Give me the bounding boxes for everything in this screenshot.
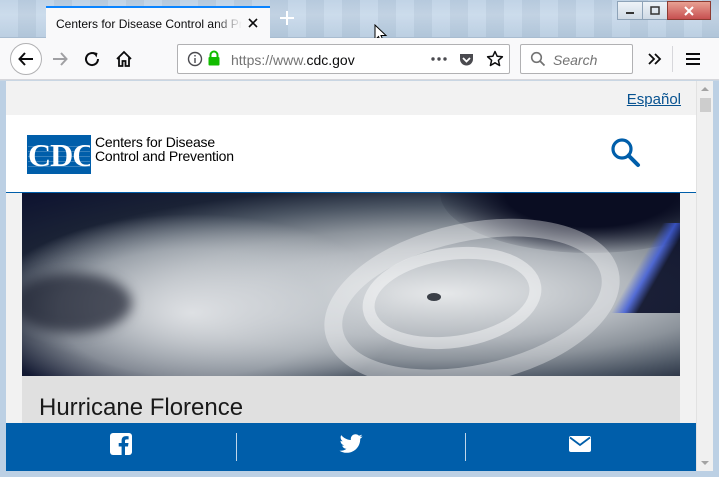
tab-close-icon[interactable] [246, 16, 260, 30]
search-icon [530, 51, 546, 72]
toolbar-divider [672, 46, 673, 72]
url-host: cdc.gov [306, 52, 355, 68]
double-chevron-icon [648, 53, 662, 65]
home-icon [116, 50, 132, 67]
window-frame-right [713, 81, 719, 477]
page-actions-icon[interactable] [430, 52, 448, 71]
cdc-logo[interactable]: CDC [27, 135, 91, 174]
overflow-chevron-button[interactable] [645, 49, 665, 69]
hurricane-hero-image[interactable] [22, 193, 680, 376]
close-window-button[interactable] [667, 1, 711, 20]
site-header: CDC Centers for Disease Control and Prev… [6, 115, 696, 193]
pocket-icon[interactable] [458, 51, 475, 73]
hamburger-menu-button[interactable] [683, 49, 703, 69]
window-frame-bottom [0, 471, 719, 477]
agency-name-line1: Centers for Disease [95, 134, 215, 150]
twitter-icon [339, 434, 363, 453]
forward-button[interactable] [50, 49, 70, 69]
feature-headline[interactable]: Hurricane Florence [39, 394, 243, 422]
reload-button[interactable] [82, 49, 102, 69]
reload-icon [85, 52, 100, 67]
navigation-toolbar: https://www.cdc.gov Search [0, 38, 719, 80]
hamburger-menu-icon [686, 53, 700, 65]
search-icon [611, 138, 640, 167]
forward-arrow-icon [53, 52, 68, 66]
back-button[interactable] [10, 43, 42, 75]
scroll-up-arrow-icon [701, 87, 709, 91]
secure-lock-icon[interactable] [207, 50, 221, 72]
browser-tab[interactable]: Centers for Disease Control and Preventi… [46, 6, 270, 39]
window-controls [617, 1, 711, 20]
scroll-down-button[interactable] [697, 455, 713, 471]
spanish-language-link[interactable]: Español [627, 91, 681, 108]
page-scrollbar[interactable] [696, 81, 713, 471]
page-viewport: Español CDC Centers for Disease Control … [6, 81, 696, 471]
agency-name[interactable]: Centers for Disease Control and Preventi… [95, 135, 234, 163]
info-icon[interactable] [187, 51, 203, 72]
search-placeholder: Search [553, 52, 598, 68]
scrollbar-thumb[interactable] [700, 98, 711, 112]
agency-name-line2: Control and Prevention [95, 148, 234, 164]
home-button[interactable] [114, 49, 134, 69]
email-share-button[interactable] [465, 423, 695, 465]
bookmark-star-icon[interactable] [486, 50, 504, 73]
new-tab-button[interactable] [278, 9, 296, 27]
site-search-button[interactable] [610, 137, 642, 174]
scroll-down-arrow-icon [701, 461, 709, 465]
url-scheme: https://www. [231, 52, 307, 68]
scroll-up-button[interactable] [697, 81, 713, 97]
minimize-button[interactable] [617, 1, 643, 20]
browser-search-input[interactable]: Search [520, 44, 633, 74]
email-icon [569, 436, 591, 452]
url-text: https://www.cdc.gov [231, 52, 355, 68]
maximize-button[interactable] [642, 1, 668, 20]
tab-title: Centers for Disease Control and Preventi… [56, 16, 242, 31]
social-share-bar [6, 423, 696, 471]
facebook-icon [110, 433, 132, 455]
twitter-share-button[interactable] [236, 423, 466, 465]
window-titlebar: Centers for Disease Control and Preventi… [0, 0, 719, 44]
hurricane-eye [427, 293, 441, 301]
facebook-share-button[interactable] [6, 423, 236, 465]
address-bar[interactable]: https://www.cdc.gov [177, 44, 510, 74]
back-arrow-icon [18, 52, 33, 66]
